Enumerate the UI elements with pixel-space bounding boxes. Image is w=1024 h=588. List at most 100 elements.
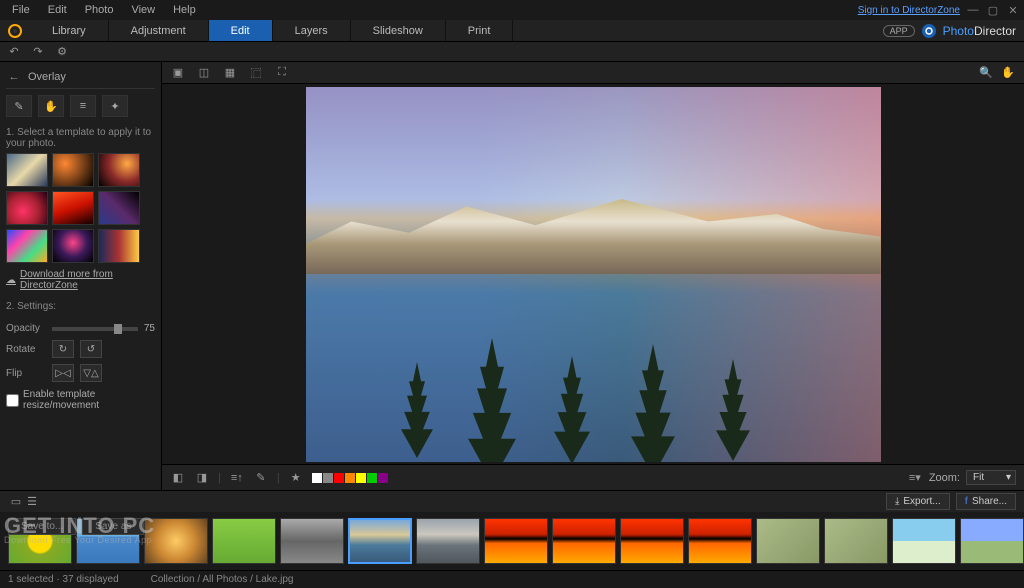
compare-view-icon[interactable]: ◫ xyxy=(196,66,212,80)
template-thumb[interactable] xyxy=(6,191,48,225)
menu-file[interactable]: File xyxy=(4,2,38,18)
back-icon[interactable]: ← xyxy=(6,70,22,84)
histogram-icon[interactable]: ≡↑ xyxy=(229,471,245,485)
tab-print[interactable]: Print xyxy=(446,20,514,41)
gear-icon[interactable]: ⚙ xyxy=(54,45,70,59)
thumb[interactable] xyxy=(892,518,956,564)
thumb[interactable] xyxy=(280,518,344,564)
pan-hand-icon[interactable]: ✋ xyxy=(1000,66,1016,80)
tab-library[interactable]: Library xyxy=(30,20,109,41)
brand-name: PhotoDirector xyxy=(943,24,1016,38)
color-label-red[interactable] xyxy=(334,473,344,483)
menu-photo[interactable]: Photo xyxy=(77,2,122,18)
grid-view-icon[interactable]: ▦ xyxy=(222,66,238,80)
thumb[interactable] xyxy=(688,518,752,564)
compare-side-icon[interactable]: ◨ xyxy=(194,471,210,485)
menu-edit[interactable]: Edit xyxy=(40,2,75,18)
secondary-toolbar: ↶ ↷ ⚙ xyxy=(0,42,1024,62)
save-to-button[interactable]: Save to... xyxy=(8,518,76,535)
color-label-gray[interactable] xyxy=(323,473,333,483)
undo-icon[interactable]: ↶ xyxy=(6,45,22,59)
download-more-link[interactable]: ☁ Download more from DirectorZone xyxy=(6,263,155,297)
rotate-ccw-icon[interactable]: ↺ xyxy=(80,340,102,358)
thumb[interactable] xyxy=(960,518,1024,564)
tab-adjustment[interactable]: Adjustment xyxy=(109,20,209,41)
enable-resize-checkbox[interactable] xyxy=(6,394,19,407)
brush-tool-icon[interactable]: ✎ xyxy=(6,95,32,117)
menu-help[interactable]: Help xyxy=(165,2,204,18)
flip-vertical-icon[interactable]: ▽△ xyxy=(80,364,102,382)
export-button[interactable]: ⤓Export... xyxy=(886,493,950,510)
thumb[interactable] xyxy=(620,518,684,564)
compare-split-icon[interactable]: ◧ xyxy=(170,471,186,485)
template-thumb[interactable] xyxy=(6,229,48,263)
template-thumb[interactable] xyxy=(52,191,94,225)
thumb[interactable] xyxy=(756,518,820,564)
color-label-yellow[interactable] xyxy=(356,473,366,483)
zoom-select[interactable]: Fit ▾ xyxy=(966,470,1016,485)
hand-tool-icon[interactable]: ✋ xyxy=(38,95,64,117)
menu-view[interactable]: View xyxy=(123,2,163,18)
filmstrip-mode-icon[interactable]: ▭ xyxy=(8,495,24,509)
single-view-icon[interactable]: ▣ xyxy=(170,66,186,80)
tab-slideshow[interactable]: Slideshow xyxy=(351,20,446,41)
thumb[interactable] xyxy=(552,518,616,564)
module-tabs: Library Adjustment Edit Layers Slideshow… xyxy=(0,20,1024,42)
tab-layers[interactable]: Layers xyxy=(273,20,351,41)
template-thumb[interactable] xyxy=(6,153,48,187)
magnifier-icon[interactable]: 🔍 xyxy=(978,66,994,80)
brand-area: APP PhotoDirector xyxy=(883,20,1024,41)
filter-icon[interactable]: ≡▾ xyxy=(907,471,923,485)
below-canvas-toolbar: ◧ ◨ | ≡↑ ✎ | ★ ≡▾ Zoom: Fit ▾ xyxy=(162,464,1024,490)
rating-icon[interactable]: ★ xyxy=(288,471,304,485)
share-button[interactable]: fShare... xyxy=(956,493,1016,510)
thumb[interactable] xyxy=(484,518,548,564)
status-bar: 1 selected · 37 displayed Collection / A… xyxy=(0,570,1024,588)
opacity-slider[interactable] xyxy=(52,327,138,331)
template-thumb[interactable] xyxy=(52,153,94,187)
main-menu: File Edit Photo View Help xyxy=(4,2,204,18)
color-label-orange[interactable] xyxy=(345,473,355,483)
close-icon[interactable]: ✕ xyxy=(1006,3,1020,17)
rotate-cw-icon[interactable]: ↻ xyxy=(52,340,74,358)
template-thumb[interactable] xyxy=(98,153,140,187)
app-logo-icon xyxy=(0,20,30,41)
color-labels xyxy=(312,473,388,483)
thumb[interactable] xyxy=(144,518,208,564)
step2-label: 2. Settings: xyxy=(6,297,155,316)
thumb-selected[interactable] xyxy=(348,518,412,564)
filmstrip[interactable] xyxy=(0,512,1024,570)
color-label-white[interactable] xyxy=(312,473,322,483)
export-icon: ⤓ xyxy=(895,496,899,507)
app-badge[interactable]: APP xyxy=(883,25,915,37)
fullscreen-icon[interactable]: ⛶ xyxy=(274,66,290,80)
template-thumb[interactable] xyxy=(52,229,94,263)
stripes-tool-icon[interactable]: ≡ xyxy=(70,95,96,117)
bottom-buttons: Save to... Save as xyxy=(8,518,144,535)
maximize-icon[interactable]: ▢ xyxy=(986,3,1000,17)
redo-icon[interactable]: ↷ xyxy=(30,45,46,59)
flip-horizontal-icon[interactable]: ▷◁ xyxy=(52,364,74,382)
zoom-label: Zoom: xyxy=(929,472,960,484)
canvas[interactable] xyxy=(162,84,1024,464)
save-as-button[interactable]: Save as xyxy=(82,518,144,535)
facebook-icon: f xyxy=(965,496,968,507)
color-label-green[interactable] xyxy=(367,473,377,483)
template-thumb[interactable] xyxy=(98,229,140,263)
list-mode-icon[interactable]: ☰ xyxy=(24,495,40,509)
multi-view-icon[interactable]: ⿸ xyxy=(248,66,264,80)
canvas-toolbar: ▣ ◫ ▦ ⿸ ⛶ 🔍 ✋ xyxy=(162,62,1024,84)
tab-edit[interactable]: Edit xyxy=(209,20,273,41)
thumb[interactable] xyxy=(212,518,276,564)
color-label-purple[interactable] xyxy=(378,473,388,483)
thumb[interactable] xyxy=(824,518,888,564)
signin-link[interactable]: Sign in to DirectorZone xyxy=(858,5,960,16)
minimize-icon[interactable]: — xyxy=(966,3,980,17)
rotate-label: Rotate xyxy=(6,344,46,355)
enable-resize-label: Enable template resize/movement xyxy=(23,389,155,411)
thumb[interactable] xyxy=(416,518,480,564)
title-bar: File Edit Photo View Help Sign in to Dir… xyxy=(0,0,1024,20)
sparkle-tool-icon[interactable]: ✦ xyxy=(102,95,128,117)
template-thumb[interactable] xyxy=(98,191,140,225)
brush-icon[interactable]: ✎ xyxy=(253,471,269,485)
